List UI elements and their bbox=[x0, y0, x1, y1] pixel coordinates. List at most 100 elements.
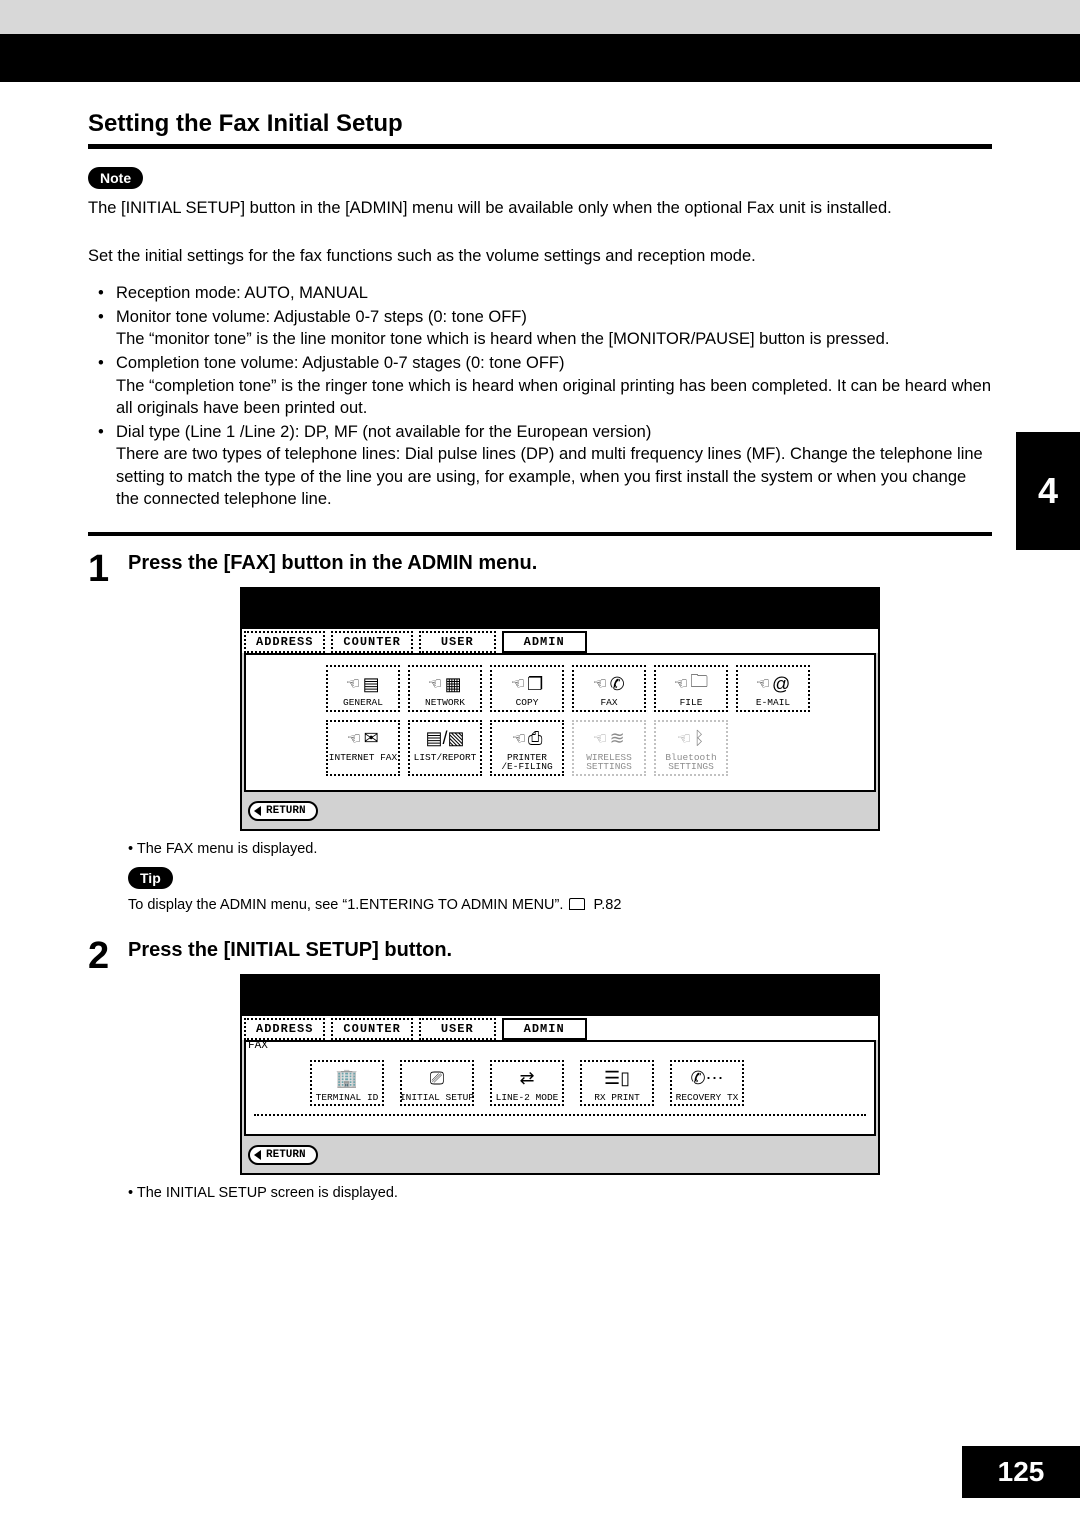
hand-icon: ☞ bbox=[676, 728, 694, 750]
list-item: Monitor tone volume: Adjustable 0-7 step… bbox=[88, 306, 992, 351]
btn-label: GENERAL bbox=[343, 698, 383, 708]
list-item-line: Monitor tone volume: Adjustable 0-7 step… bbox=[116, 308, 527, 326]
hand-icon: ☞ bbox=[510, 728, 528, 750]
admin-fax-button[interactable]: ☞✆ FAX bbox=[572, 665, 646, 712]
lcd-body: ADDRESS COUNTER USER ADMIN FAX 🏢TERMINAL… bbox=[242, 1016, 878, 1173]
bluetooth-icon: ᛒ bbox=[694, 728, 705, 749]
lcd-panel: ☞▤GENERAL ☞▦NETWORK ☞❐COPY ☞✆FAX ☞🗀FILE … bbox=[244, 653, 876, 792]
tip-text: To display the ADMIN menu, see “1.ENTERI… bbox=[128, 897, 992, 913]
report-icon: ▤/▧ bbox=[425, 728, 464, 749]
tab-admin[interactable]: ADMIN bbox=[502, 631, 587, 653]
step-number: 2 bbox=[88, 937, 128, 975]
hand-icon: ☞ bbox=[346, 728, 364, 750]
btn-label: Bluetooth SETTINGS bbox=[665, 753, 716, 772]
tip-page-ref: P.82 bbox=[593, 897, 621, 913]
step-result: The FAX menu is displayed. bbox=[128, 841, 992, 857]
tab-address[interactable]: ADDRESS bbox=[244, 631, 325, 653]
fax-recovery-tx-button[interactable]: ✆⋯RECOVERY TX bbox=[670, 1060, 744, 1107]
fax-icon: ✆ bbox=[610, 674, 625, 695]
list-item-line: Dial type (Line 1 /Line 2): DP, MF (not … bbox=[116, 423, 651, 441]
btn-label: NETWORK bbox=[425, 698, 465, 708]
step-result: The INITIAL SETUP screen is displayed. bbox=[128, 1185, 992, 1201]
lcd-tabs: ADDRESS COUNTER USER ADMIN bbox=[242, 1016, 878, 1040]
admin-button-grid: ☞▤GENERAL ☞▦NETWORK ☞❐COPY ☞✆FAX ☞🗀FILE … bbox=[254, 665, 866, 776]
admin-copy-button[interactable]: ☞❐ COPY bbox=[490, 665, 564, 712]
list-item-sub: The “monitor tone” is the line monitor t… bbox=[116, 328, 992, 350]
hand-icon: ☞ bbox=[672, 673, 690, 695]
lcd-body: ADDRESS COUNTER USER ADMIN ☞▤GENERAL ☞▦N… bbox=[242, 629, 878, 829]
recovery-icon: ✆⋯ bbox=[690, 1065, 723, 1093]
step-1: 1 Press the [FAX] button in the ADMIN me… bbox=[88, 550, 992, 931]
fax-line2-mode-button[interactable]: ⇄LINE-2 MODE bbox=[490, 1060, 564, 1107]
list-item: Dial type (Line 1 /Line 2): DP, MF (not … bbox=[88, 421, 992, 510]
return-button[interactable]: RETURN bbox=[248, 1145, 318, 1165]
tab-admin[interactable]: ADMIN bbox=[502, 1018, 587, 1040]
admin-wireless-button[interactable]: ☞≋ WIRELESS SETTINGS bbox=[572, 720, 646, 776]
fax-terminal-id-button[interactable]: 🏢TERMINAL ID bbox=[310, 1060, 384, 1107]
admin-email-button[interactable]: ☞@E-MAIL bbox=[736, 665, 810, 712]
step-2: 2 Press the [INITIAL SETUP] button. ADDR… bbox=[88, 937, 992, 1211]
hand-icon: ☞ bbox=[345, 673, 363, 695]
tip-badge: Tip bbox=[128, 867, 173, 889]
top-gray-bar bbox=[0, 0, 1080, 34]
tab-user[interactable]: USER bbox=[419, 1018, 496, 1040]
heading-rule bbox=[88, 144, 992, 149]
building-icon: 🏢 bbox=[336, 1065, 358, 1093]
btn-label: PRINTER /E-FILING bbox=[501, 753, 552, 772]
btn-label: COPY bbox=[516, 698, 539, 708]
settings-list: Reception mode: AUTO, MANUAL Monitor ton… bbox=[88, 282, 992, 511]
admin-list-report-button[interactable]: ▤/▧LIST/REPORT bbox=[408, 720, 482, 776]
tab-user[interactable]: USER bbox=[419, 631, 496, 653]
lcd-titlebar bbox=[242, 589, 878, 629]
list-item: Reception mode: AUTO, MANUAL bbox=[88, 282, 992, 304]
admin-network-button[interactable]: ☞▦ NETWORK bbox=[408, 665, 482, 712]
fax-setup-icon: ⎚ bbox=[430, 1065, 444, 1093]
printer-icon: ⎙ bbox=[528, 728, 542, 749]
hand-icon: ☞ bbox=[754, 673, 772, 695]
admin-internet-fax-button[interactable]: ☞✉INTERNET FAX bbox=[326, 720, 400, 776]
dotted-divider bbox=[254, 1114, 866, 1116]
admin-printer-efiling-button[interactable]: ☞⎙ PRINTER /E-FILING bbox=[490, 720, 564, 776]
lcd-screenshot-admin: ADDRESS COUNTER USER ADMIN ☞▤GENERAL ☞▦N… bbox=[240, 587, 880, 831]
page-content: Setting the Fax Initial Setup Note The [… bbox=[0, 34, 1080, 1211]
fax-initial-setup-button[interactable]: ⎚INITIAL SETUP bbox=[400, 1060, 474, 1107]
admin-general-button[interactable]: ☞▤ GENERAL bbox=[326, 665, 400, 712]
separator-rule bbox=[88, 532, 992, 536]
network-icon: ▦ bbox=[445, 674, 462, 695]
list-icon: ▤ bbox=[363, 674, 380, 695]
step-body: Press the [FAX] button in the ADMIN menu… bbox=[128, 550, 992, 931]
btn-label: WIRELESS SETTINGS bbox=[586, 753, 632, 772]
lcd-screenshot-fax: ADDRESS COUNTER USER ADMIN FAX 🏢TERMINAL… bbox=[240, 974, 880, 1175]
tab-address[interactable]: ADDRESS bbox=[244, 1018, 325, 1040]
intro-text: Set the initial settings for the fax fun… bbox=[88, 245, 992, 267]
list-item: Completion tone volume: Adjustable 0-7 s… bbox=[88, 352, 992, 419]
btn-label: INITIAL SETUP bbox=[400, 1093, 474, 1103]
lcd-breadcrumb: FAX bbox=[248, 1040, 268, 1052]
admin-bluetooth-button[interactable]: ☞ᛒ Bluetooth SETTINGS bbox=[654, 720, 728, 776]
hand-icon: ☞ bbox=[509, 673, 527, 695]
lcd-panel: FAX 🏢TERMINAL ID ⎚INITIAL SETUP ⇄LINE-2 … bbox=[244, 1040, 876, 1136]
tab-counter[interactable]: COUNTER bbox=[331, 1018, 412, 1040]
step-number: 1 bbox=[88, 550, 128, 588]
admin-file-button[interactable]: ☞🗀FILE bbox=[654, 665, 728, 712]
btn-label: LINE-2 MODE bbox=[496, 1093, 559, 1103]
hand-icon: ☞ bbox=[427, 673, 445, 695]
wireless-icon: ≋ bbox=[610, 728, 625, 749]
tab-counter[interactable]: COUNTER bbox=[331, 631, 412, 653]
step-title: Press the [FAX] button in the ADMIN menu… bbox=[128, 552, 992, 575]
btn-label: FAX bbox=[600, 698, 617, 708]
return-button[interactable]: RETURN bbox=[248, 801, 318, 821]
fax-button-grid: 🏢TERMINAL ID ⎚INITIAL SETUP ⇄LINE-2 MODE… bbox=[254, 1060, 866, 1107]
lcd-footer: RETURN bbox=[242, 794, 878, 829]
copy-icon: ❐ bbox=[527, 674, 543, 695]
hand-icon: ☞ bbox=[592, 728, 610, 750]
book-icon bbox=[569, 898, 585, 910]
section-heading: Setting the Fax Initial Setup bbox=[88, 110, 992, 138]
tip-text-main: To display the ADMIN menu, see “1.ENTERI… bbox=[128, 897, 563, 913]
rx-print-icon: ☰▯ bbox=[604, 1065, 630, 1093]
list-item-sub: There are two types of telephone lines: … bbox=[116, 443, 992, 510]
lcd-tabs: ADDRESS COUNTER USER ADMIN bbox=[242, 629, 878, 653]
hand-icon: ☞ bbox=[592, 673, 610, 695]
btn-label: RECOVERY TX bbox=[676, 1093, 739, 1103]
fax-rx-print-button[interactable]: ☰▯RX PRINT bbox=[580, 1060, 654, 1107]
